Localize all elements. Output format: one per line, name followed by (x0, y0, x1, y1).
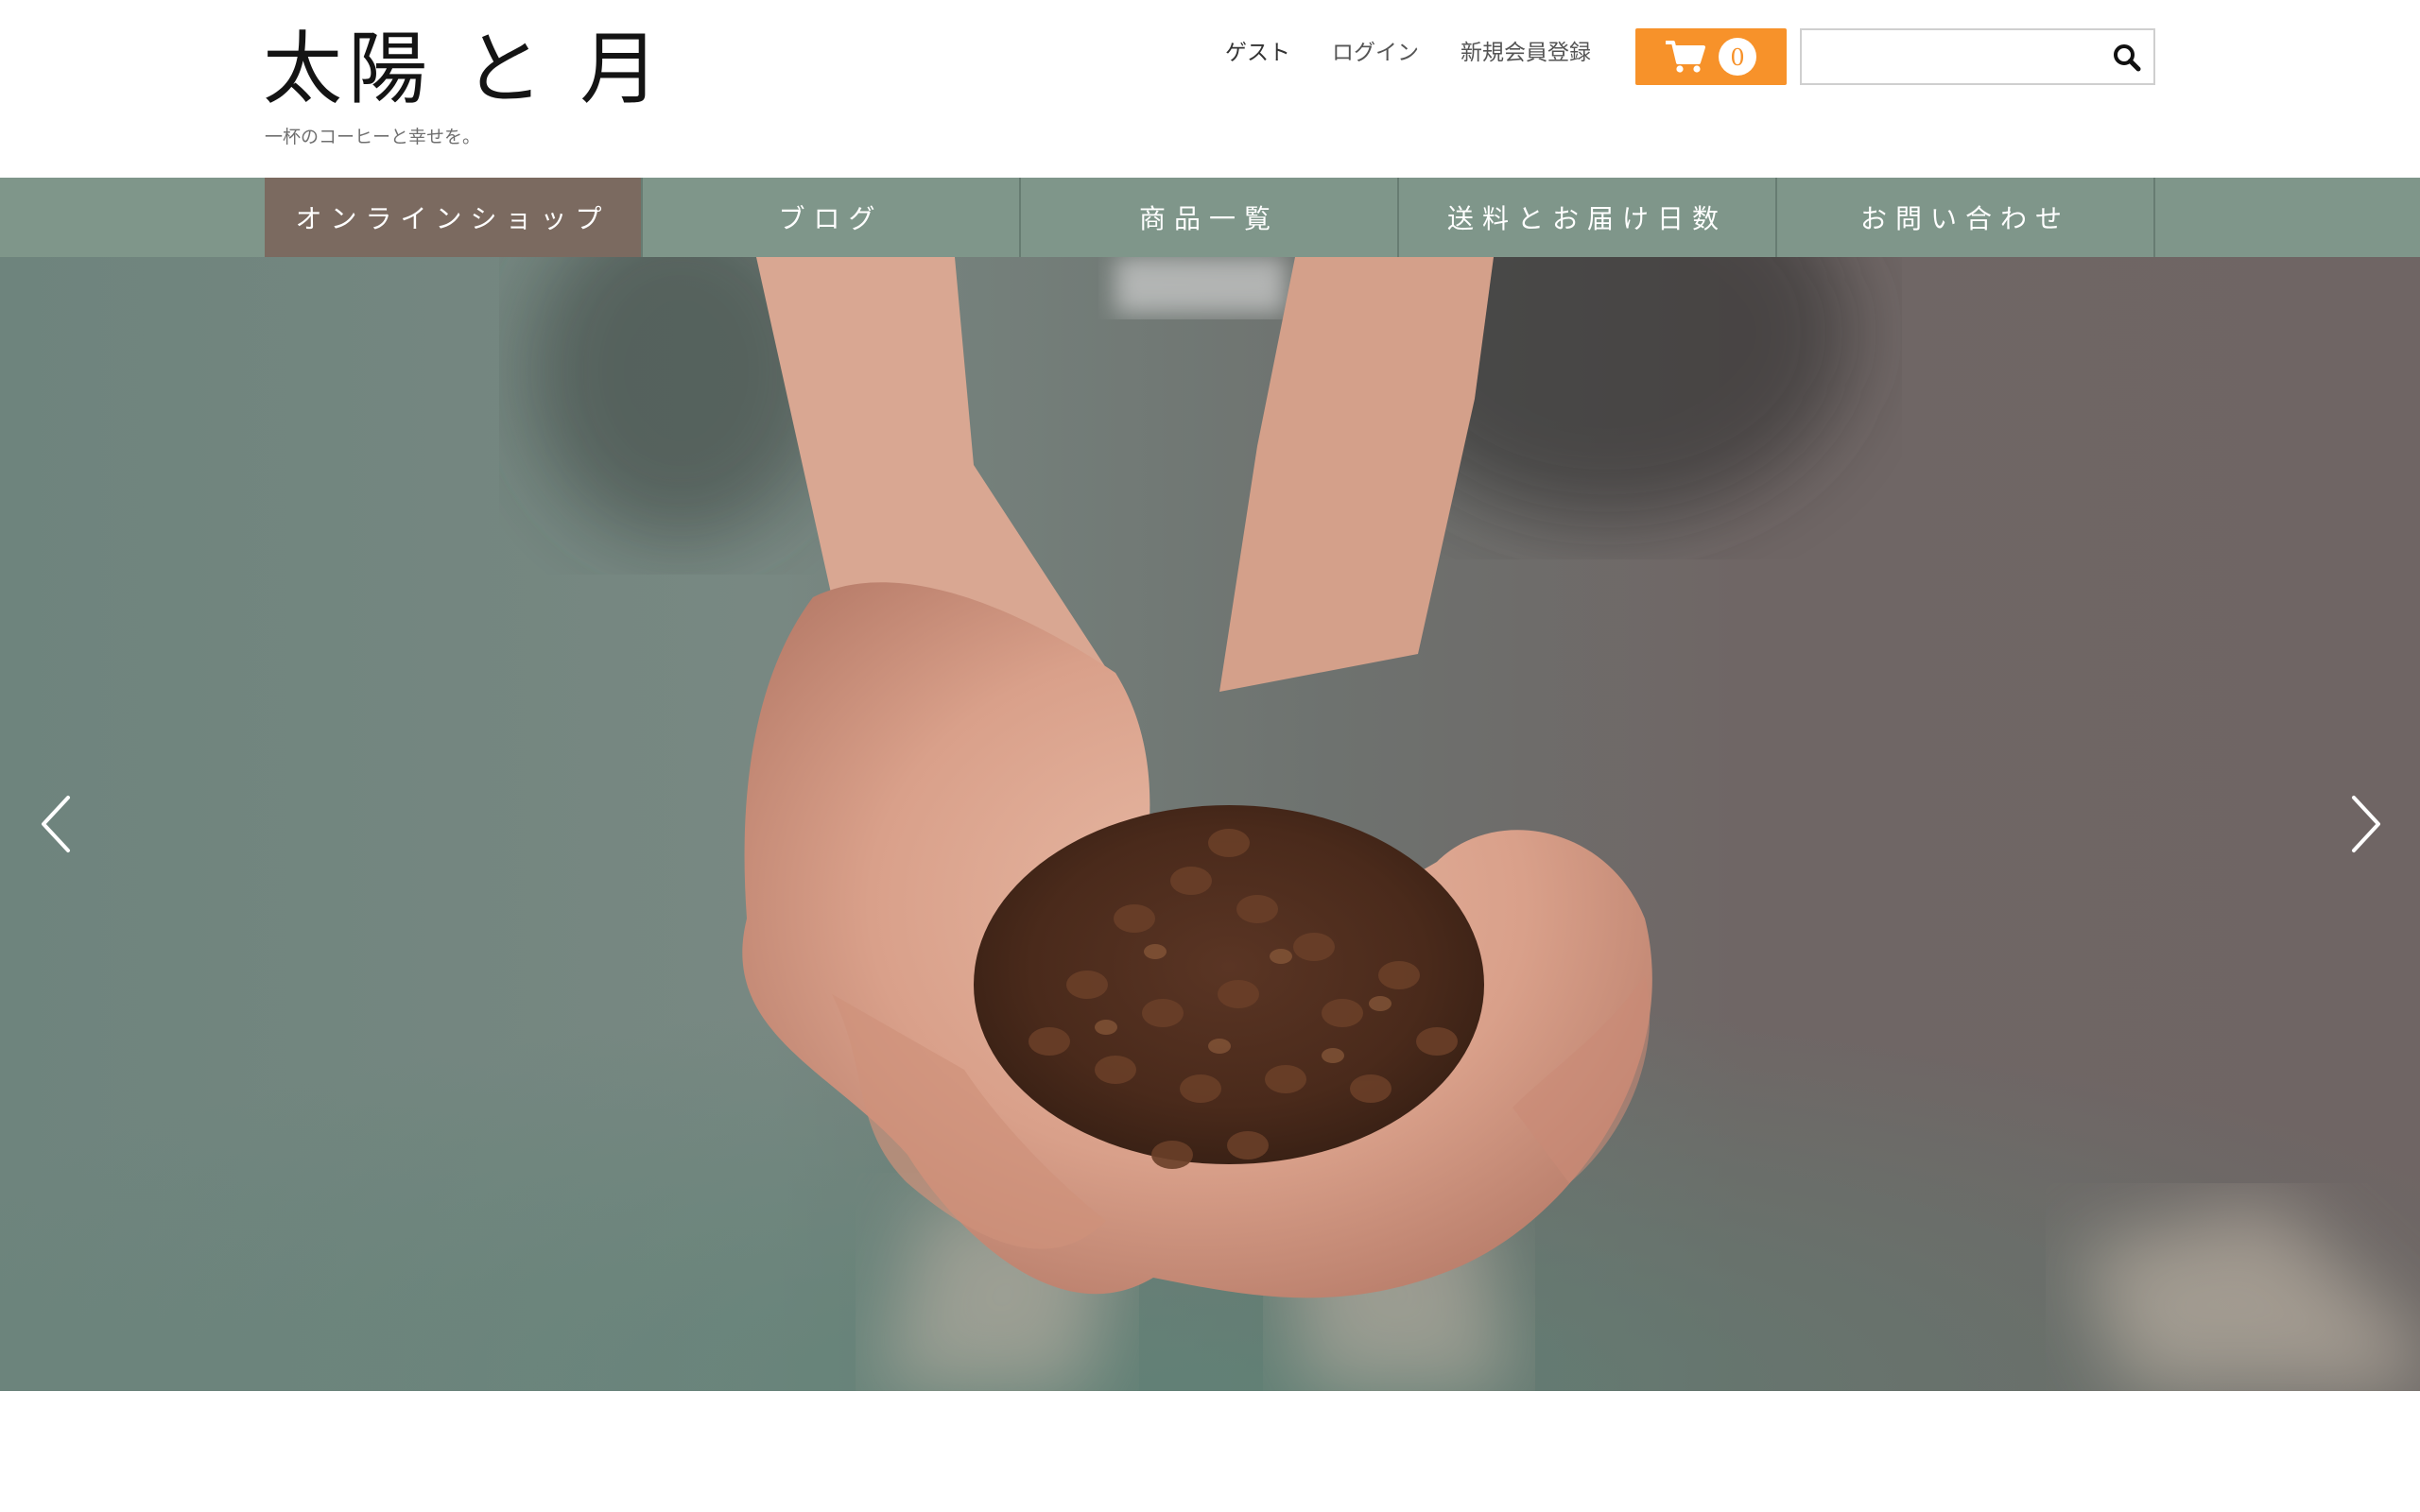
nav-item-products[interactable]: 商品一覧 (1019, 178, 1397, 257)
search-icon[interactable] (2112, 43, 2142, 73)
register-link[interactable]: 新規会員登録 (1461, 34, 1591, 66)
nav-item-shipping[interactable]: 送料とお届け日数 (1397, 178, 1775, 257)
hero-image (0, 257, 2420, 1391)
nav-item-contact[interactable]: お問い合わせ (1775, 178, 2153, 257)
cart-icon (1666, 41, 1705, 73)
main-nav: オンラインショップ ブログ 商品一覧 送料とお届け日数 お問い合わせ (0, 178, 2420, 257)
login-link[interactable]: ログイン (1332, 34, 1419, 66)
search-box (1800, 28, 2155, 85)
search-input[interactable] (1802, 30, 2095, 83)
hero-slider (0, 257, 2420, 1391)
site-header: 太陽 と 月 一杯のコーヒーと幸せを。 ゲスト ログイン 新規会員登録 0 (0, 0, 2420, 178)
cart-button[interactable]: 0 (1635, 28, 1787, 85)
chevron-right-icon[interactable] (2337, 786, 2394, 862)
user-links: ゲスト ログイン 新規会員登録 (1225, 30, 1591, 70)
chevron-left-icon[interactable] (28, 786, 85, 862)
nav-item-blog[interactable]: ブログ (641, 178, 1019, 257)
page-content-area (0, 1391, 2420, 1512)
nav-menu: オンラインショップ ブログ 商品一覧 送料とお届け日数 お問い合わせ (265, 178, 2155, 257)
cart-count-badge: 0 (1719, 38, 1756, 76)
site-tagline: 一杯のコーヒーと幸せを。 (265, 127, 481, 147)
nav-item-online-shop[interactable]: オンラインショップ (265, 178, 641, 257)
site-logo[interactable]: 太陽 と 月 (263, 17, 665, 121)
guest-label: ゲスト (1225, 41, 1290, 65)
